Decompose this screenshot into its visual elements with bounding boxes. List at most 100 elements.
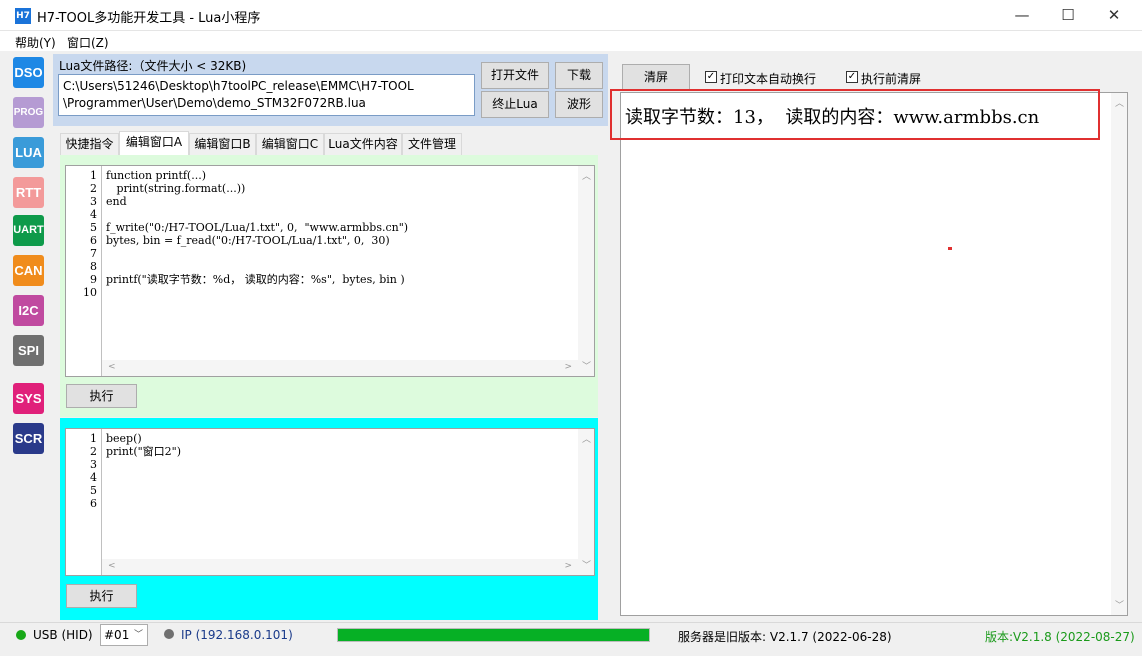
port-select[interactable]: #01 ﹀ [100, 624, 148, 646]
scroll-up-icon[interactable]: ︿ [1115, 96, 1124, 109]
line-number: 7 [90, 247, 97, 260]
editor-a-horizontal-scrollbar[interactable]: < > [102, 360, 578, 376]
line-number: 8 [90, 260, 97, 273]
editor-a-region: 1 2 3 4 5 6 7 8 9 10 function printf(...… [60, 155, 598, 417]
tab-editor-c[interactable]: 编辑窗口C [256, 133, 324, 155]
usb-status-text: USB (HID) [33, 628, 93, 642]
lua-path-field[interactable]: C:\Users\51246\Desktop\h7toolPC_release\… [58, 74, 475, 116]
lua-path-label: Lua文件路径:（文件大小 < 32KB) [59, 59, 247, 73]
lua-path-panel: Lua文件路径:（文件大小 < 32KB) C:\Users\51246\Des… [53, 54, 608, 126]
tab-quick-commands[interactable]: 快捷指令 [60, 133, 119, 155]
line-number: 6 [90, 234, 97, 247]
nav-dso[interactable]: DSO [13, 57, 44, 88]
app-icon: H7 [15, 8, 31, 24]
line-number: 5 [90, 484, 97, 497]
editor-b-gutter: 1 2 3 4 5 6 [66, 429, 102, 575]
code-line: f_write("0:/H7-TOOL/Lua/1.txt", 0, "www.… [106, 221, 409, 234]
ip-status-text: IP (192.168.0.101) [181, 628, 293, 642]
editor-b-vertical-scrollbar[interactable]: ︿ ﹀ [578, 429, 594, 575]
stop-lua-button[interactable]: 终止Lua [481, 91, 549, 118]
nav-rtt[interactable]: RTT [13, 177, 44, 208]
scroll-right-icon[interactable]: > [564, 362, 572, 372]
code-line: print(string.format(...)) [106, 182, 246, 195]
line-number: 2 [90, 445, 97, 458]
code-line: beep() [106, 432, 142, 445]
output-vertical-scrollbar[interactable]: ︿ ﹀ [1111, 93, 1127, 615]
nav-spi[interactable]: SPI [13, 335, 44, 366]
nav-can[interactable]: CAN [13, 255, 44, 286]
chevron-down-icon: ﹀ [133, 630, 143, 640]
maximize-button[interactable]: ☐ [1045, 0, 1091, 31]
tab-editor-a[interactable]: 编辑窗口A [119, 131, 189, 155]
status-bar: USB (HID) #01 ﹀ IP (192.168.0.101) 服务器是旧… [0, 622, 1142, 656]
line-number: 2 [90, 182, 97, 195]
line-number: 9 [90, 273, 97, 286]
output-console[interactable]: 读取字节数：13， 读取的内容：www.armbbs.cn ︿ ﹀ [620, 92, 1128, 616]
clear-screen-button[interactable]: 清屏 [622, 64, 690, 91]
lua-path-line-1: C:\Users\51246\Desktop\h7toolPC_release\… [63, 79, 414, 93]
port-value: #01 [104, 628, 130, 642]
close-button[interactable]: ✕ [1091, 0, 1137, 31]
open-file-button[interactable]: 打开文件 [481, 62, 549, 89]
waveform-button[interactable]: 波形 [555, 91, 603, 118]
code-line: print("窗口2") [106, 445, 182, 458]
editor-a[interactable]: 1 2 3 4 5 6 7 8 9 10 function printf(...… [65, 165, 595, 377]
red-mark [948, 247, 952, 250]
editor-b[interactable]: 1 2 3 4 5 6 beep() print("窗口2") ︿ ﹀ < > [65, 428, 595, 576]
tab-lua-file-content[interactable]: Lua文件内容 [324, 133, 402, 155]
scroll-down-icon[interactable]: ﹀ [1115, 598, 1124, 611]
line-number: 3 [90, 195, 97, 208]
left-nav: DSO PROG LUA RTT UART CAN I2C SPI SYS SC… [6, 52, 54, 622]
editor-a-gutter: 1 2 3 4 5 6 7 8 9 10 [66, 166, 102, 376]
menu-help[interactable]: 帮助(Y) [15, 34, 56, 51]
nav-prog[interactable]: PROG [13, 97, 44, 128]
run-editor-b-button[interactable]: 执行 [66, 584, 137, 608]
lua-path-line-2: \Programmer\User\Demo\demo_STM32F072RB.l… [63, 96, 366, 110]
title-bar: H7 H7-TOOL多功能开发工具 - Lua小程序 — ☐ ✕ [0, 0, 1142, 31]
tab-editor-b[interactable]: 编辑窗口B [189, 133, 256, 155]
usb-status-icon [16, 630, 26, 640]
minimize-button[interactable]: — [999, 0, 1045, 31]
run-editor-a-button[interactable]: 执行 [66, 384, 137, 408]
scroll-up-icon[interactable]: ︿ [582, 169, 591, 182]
clear-before-run-checkbox[interactable]: ✓ [846, 71, 858, 83]
line-number: 1 [90, 169, 97, 182]
tab-file-manager[interactable]: 文件管理 [402, 133, 462, 155]
menu-bar: 帮助(Y) 窗口(Z) [0, 31, 1142, 51]
output-toolbar: 清屏 ✓ 打印文本自动换行 ✓ 执行前清屏 [614, 54, 1136, 92]
menu-window[interactable]: 窗口(Z) [67, 34, 109, 51]
wrap-text-checkbox[interactable]: ✓ [705, 71, 717, 83]
scroll-left-icon[interactable]: < [108, 362, 116, 372]
nav-i2c[interactable]: I2C [13, 295, 44, 326]
progress-bar [337, 628, 650, 642]
scroll-down-icon[interactable]: ﹀ [582, 359, 591, 372]
scroll-right-icon[interactable]: > [564, 561, 572, 571]
scroll-up-icon[interactable]: ︿ [582, 432, 591, 445]
scroll-left-icon[interactable]: < [108, 561, 116, 571]
wrap-text-label: 打印文本自动换行 [720, 72, 817, 86]
highlight-annotation [610, 89, 1100, 140]
line-number: 4 [90, 471, 97, 484]
progress-fill [338, 629, 649, 641]
version-text: 版本:V2.1.8 (2022-08-27) [985, 630, 1135, 644]
nav-scr[interactable]: SCR [13, 423, 44, 454]
line-number: 10 [83, 286, 97, 299]
editor-a-vertical-scrollbar[interactable]: ︿ ﹀ [578, 166, 594, 376]
code-line: end [106, 195, 127, 208]
ip-status-icon [164, 629, 174, 639]
scroll-down-icon[interactable]: ﹀ [582, 558, 591, 571]
line-number: 5 [90, 221, 97, 234]
editor-b-horizontal-scrollbar[interactable]: < > [102, 559, 578, 575]
window-title: H7-TOOL多功能开发工具 - Lua小程序 [37, 11, 261, 26]
editor-b-region: 1 2 3 4 5 6 beep() print("窗口2") ︿ ﹀ < > … [60, 418, 598, 620]
code-line: bytes, bin = f_read("0:/H7-TOOL/Lua/1.tx… [106, 234, 390, 247]
line-number: 6 [90, 497, 97, 510]
download-button[interactable]: 下载 [555, 62, 603, 89]
nav-sys[interactable]: SYS [13, 383, 44, 414]
code-line: function printf(...) [106, 169, 207, 182]
code-line: printf("读取字节数：%d， 读取的内容：%s", bytes, bin … [106, 273, 405, 286]
nav-lua[interactable]: LUA [13, 137, 44, 168]
nav-uart[interactable]: UART [13, 215, 44, 246]
line-number: 3 [90, 458, 97, 471]
server-version-text: 服务器是旧版本: V2.1.7 (2022-06-28) [678, 630, 892, 644]
